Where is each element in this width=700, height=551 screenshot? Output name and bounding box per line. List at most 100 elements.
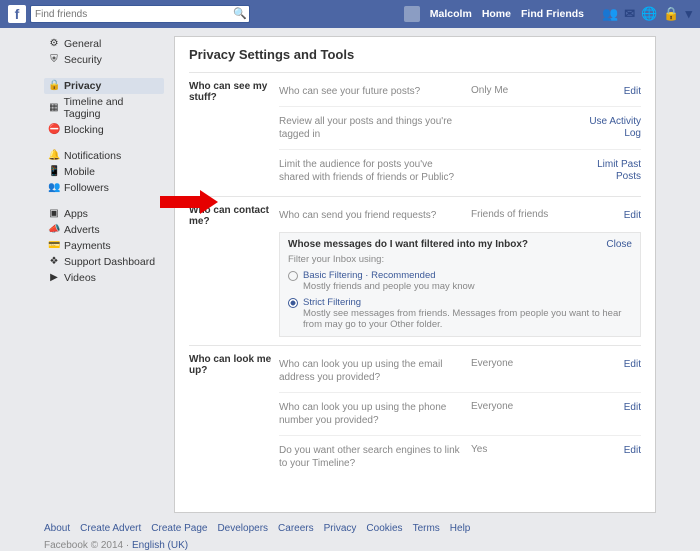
section-stuff: Who can see my stuff? Who can see your f…	[189, 72, 641, 196]
radio-icon[interactable]	[288, 298, 298, 308]
copyright: Facebook © 2014 ·	[44, 540, 129, 551]
section-label: Who can contact me?	[189, 205, 279, 337]
radio-icon[interactable]	[288, 271, 298, 281]
avatar[interactable]	[404, 6, 420, 22]
sidebar-item-label: Mobile	[64, 166, 95, 178]
setting-desc: Who can send you friend requests?	[279, 209, 461, 222]
setting-desc: Limit the audience for posts you've shar…	[279, 158, 461, 184]
section-label: Who can see my stuff?	[189, 81, 279, 188]
general-icon: ⚙	[48, 38, 60, 50]
mobile-icon: 📱	[48, 166, 60, 178]
sidebar-item-label: Timeline and Tagging	[64, 96, 160, 120]
setting-desc: Who can look you up using the email addr…	[279, 358, 461, 384]
support-icon: ❖	[48, 256, 60, 268]
sidebar-item-notifications[interactable]: 🔔 Notifications	[44, 148, 164, 164]
privacy-icon: 🔒	[48, 80, 60, 92]
setting-row: Who can look you up using the email addr…	[279, 354, 641, 388]
setting-value: Yes	[471, 444, 561, 470]
sidebar-item-apps[interactable]: ▣ Apps	[44, 206, 164, 222]
setting-row: Who can see your future posts?Only MeEdi…	[279, 81, 641, 102]
option-sub: Mostly friends and people you may know	[303, 281, 475, 292]
messages-icon[interactable]: ✉	[624, 6, 635, 22]
payments-icon: 💳	[48, 240, 60, 252]
menu-icon[interactable]: ▾	[685, 6, 692, 22]
sidebar-item-videos[interactable]: ▶ Videos	[44, 270, 164, 286]
option-label: Strict Filtering	[303, 297, 632, 308]
action-link[interactable]: Edit	[624, 86, 641, 97]
sidebar-item-security[interactable]: ⛨ Security	[44, 52, 164, 68]
sidebar-item-privacy[interactable]: 🔒 Privacy	[44, 78, 164, 94]
sidebar-item-label: Videos	[64, 272, 96, 284]
page-title: Privacy Settings and Tools	[189, 47, 641, 62]
topbar: f 🔍 Malcolm Home Find Friends 👥 ✉ 🌐 🔒 ▾	[0, 0, 700, 28]
timeline-icon: ▦	[48, 102, 60, 114]
option-sub: Mostly see messages from friends. Messag…	[303, 308, 632, 330]
sidebar-item-timeline[interactable]: ▦ Timeline and Tagging	[44, 94, 164, 122]
option-label: Basic Filtering · Recommended	[303, 270, 475, 281]
sidebar-item-label: Adverts	[64, 224, 100, 236]
facebook-logo[interactable]: f	[8, 5, 26, 23]
setting-desc: Who can look you up using the phone numb…	[279, 401, 461, 427]
sidebar-item-label: Notifications	[64, 150, 121, 162]
videos-icon: ▶	[48, 272, 60, 284]
sidebar-item-label: General	[64, 38, 101, 50]
inbox-filter-panel: Whose messages do I want filtered into m…	[279, 232, 641, 337]
sidebar-item-label: Security	[64, 54, 102, 66]
section-lookup: Who can look me up? Who can look you up …	[189, 345, 641, 482]
search-input[interactable]	[30, 5, 250, 23]
sidebar-item-adverts[interactable]: 📣 Adverts	[44, 222, 164, 238]
action-link[interactable]: Edit	[624, 359, 641, 370]
notifications-icon: 🔔	[48, 150, 60, 162]
sidebar-item-label: Blocking	[64, 124, 104, 136]
blocking-icon: ⛔	[48, 124, 60, 136]
lang-link[interactable]: English (UK)	[132, 540, 188, 551]
nav-find-friends[interactable]: Find Friends	[521, 8, 584, 20]
action-link[interactable]: Edit	[624, 445, 641, 456]
section-label: Who can look me up?	[189, 354, 279, 474]
edit-link[interactable]: Edit	[624, 210, 641, 221]
setting-desc: Review all your posts and things you're …	[279, 115, 461, 141]
setting-row: Do you want other search engines to link…	[279, 435, 641, 474]
username[interactable]: Malcolm	[430, 8, 472, 20]
sidebar-item-followers[interactable]: 👥 Followers	[44, 180, 164, 196]
adverts-icon: 📣	[48, 224, 60, 236]
setting-value: Everyone	[471, 358, 561, 384]
lock-icon[interactable]: 🔒	[663, 6, 679, 22]
setting-row: Who can look you up using the phone numb…	[279, 392, 641, 431]
setting-value: Friends of friends	[471, 209, 561, 222]
friend-requests-icon[interactable]: 👥	[602, 6, 618, 22]
sidebar-item-label: Support Dashboard	[64, 256, 155, 268]
left-nav: ⚙ General ⛨ Security 🔒 Privacy ▦ Timeline and T…	[44, 36, 164, 513]
sidebar-item-mobile[interactable]: 📱 Mobile	[44, 164, 164, 180]
globe-icon[interactable]: 🌐	[641, 6, 657, 22]
action-link[interactable]: Limit Past Posts	[597, 159, 641, 182]
setting-desc: Do you want other search engines to link…	[279, 444, 461, 470]
setting-value	[471, 158, 561, 184]
sidebar-item-general[interactable]: ⚙ General	[44, 36, 164, 52]
filter-option[interactable]: Basic Filtering · RecommendedMostly frie…	[288, 270, 632, 292]
security-icon: ⛨	[48, 54, 60, 66]
setting-row: Limit the audience for posts you've shar…	[279, 149, 641, 188]
sidebar-item-label: Payments	[64, 240, 111, 252]
panel-subtext: Filter your Inbox using:	[288, 254, 632, 265]
search-icon[interactable]: 🔍	[233, 7, 247, 20]
action-link[interactable]: Use Activity Log	[589, 116, 641, 139]
apps-icon: ▣	[48, 208, 60, 220]
section-contact: Who can contact me? Who can send you fri…	[189, 196, 641, 345]
close-link[interactable]: Close	[606, 239, 632, 250]
nav-home[interactable]: Home	[482, 8, 511, 20]
setting-value: Only Me	[471, 85, 561, 98]
setting-value	[471, 115, 561, 141]
sidebar-item-blocking[interactable]: ⛔ Blocking	[44, 122, 164, 138]
sidebar-item-label: Apps	[64, 208, 88, 220]
sidebar-item-label: Followers	[64, 182, 109, 194]
sidebar-item-payments[interactable]: 💳 Payments	[44, 238, 164, 254]
search-container: 🔍	[30, 5, 250, 23]
footer: AboutCreate AdvertCreate PageDevelopersC…	[44, 523, 656, 551]
followers-icon: 👥	[48, 182, 60, 194]
sidebar-item-support[interactable]: ❖ Support Dashboard	[44, 254, 164, 270]
sidebar-item-label: Privacy	[64, 80, 101, 92]
panel-header: Whose messages do I want filtered into m…	[288, 239, 632, 250]
action-link[interactable]: Edit	[624, 402, 641, 413]
filter-option[interactable]: Strict FilteringMostly see messages from…	[288, 297, 632, 330]
